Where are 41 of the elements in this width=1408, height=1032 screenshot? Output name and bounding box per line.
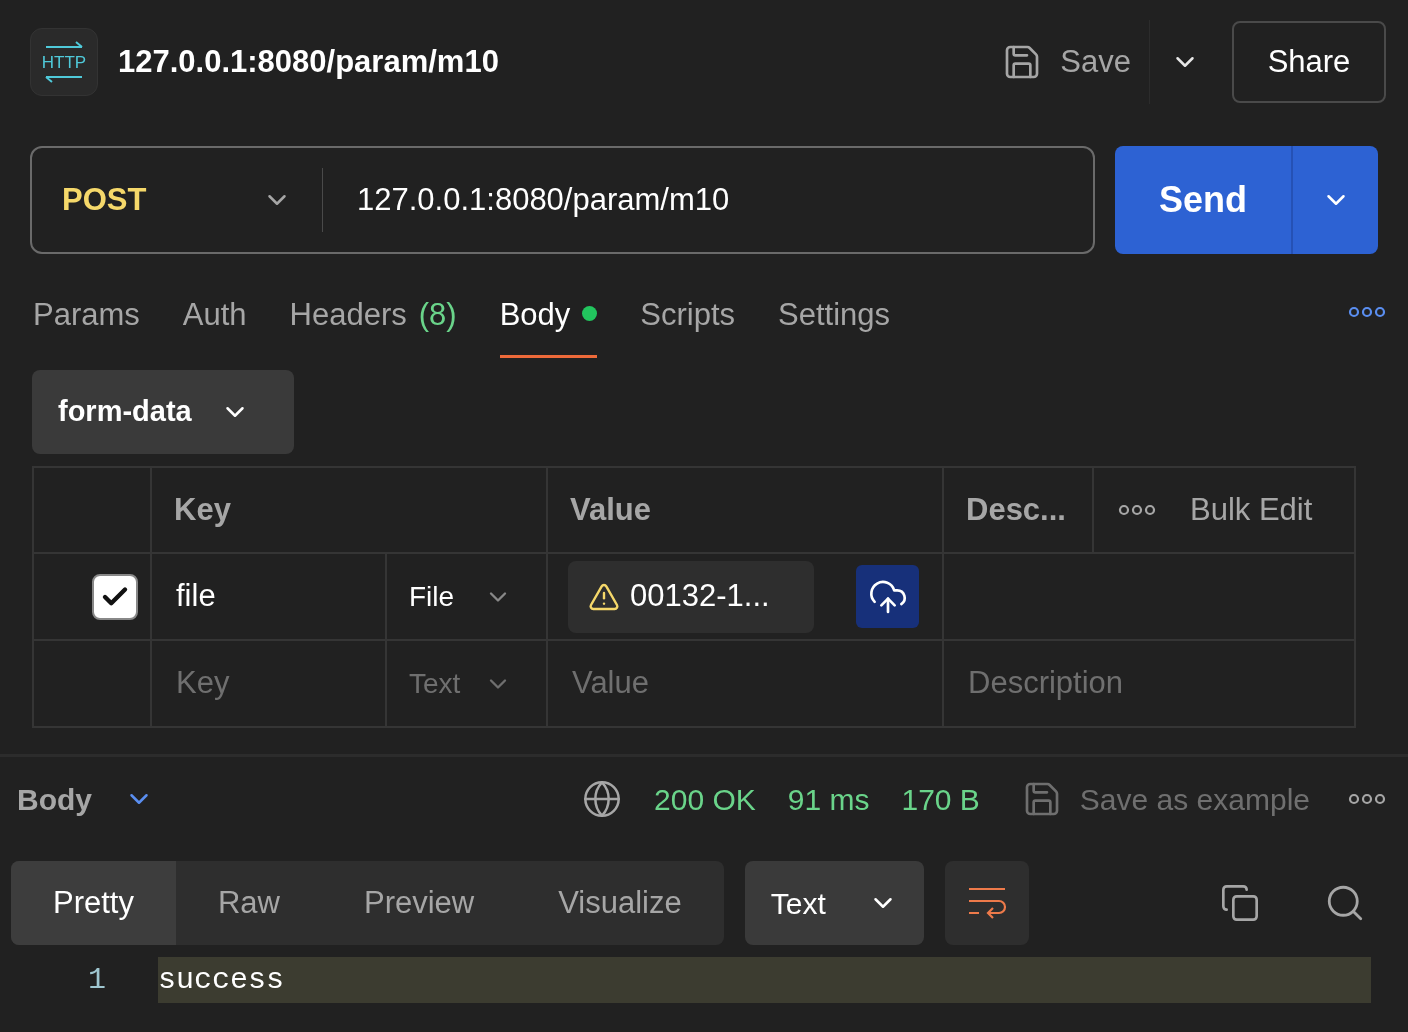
bulk-edit-link[interactable]: Bulk Edit: [1190, 486, 1313, 534]
wrap-button[interactable]: [944, 861, 1029, 945]
globe-icon[interactable]: [582, 779, 622, 819]
file-chip[interactable]: 00132-1...: [568, 560, 814, 633]
send-button[interactable]: Send: [1115, 146, 1291, 254]
view-tab[interactable]: Raw: [175, 861, 322, 945]
response-size: 170 B: [901, 781, 980, 818]
request-tab[interactable]: Scripts: [640, 292, 736, 358]
response-time: 91 ms: [787, 781, 870, 818]
request-tab[interactable]: Settings: [778, 292, 891, 358]
share-button[interactable]: Share: [1232, 21, 1386, 103]
type-dropdown[interactable]: File: [387, 554, 548, 639]
body-mode-dropdown[interactable]: form-data: [32, 370, 294, 454]
more-icon[interactable]: [1348, 306, 1386, 318]
header-count: (8): [418, 296, 457, 334]
status-code: 200 OK: [654, 781, 756, 818]
request-title: 127.0.0.1:8080/param/m10: [118, 42, 499, 81]
method-dropdown[interactable]: POST: [32, 176, 322, 224]
request-tab[interactable]: Auth: [182, 292, 247, 358]
request-tab[interactable]: Headers (8): [289, 292, 457, 358]
copy-icon[interactable]: [1220, 883, 1260, 923]
view-tab[interactable]: Preview: [322, 861, 517, 945]
row-checkbox[interactable]: [92, 573, 138, 620]
upload-button[interactable]: [856, 565, 919, 628]
key-cell[interactable]: file: [152, 554, 387, 639]
response-body-dropdown[interactable]: Body: [17, 776, 154, 822]
column-header: Value: [548, 468, 944, 552]
view-tab[interactable]: Visualize: [516, 861, 724, 945]
request-tab[interactable]: Params: [33, 292, 140, 358]
line-number: 1: [87, 961, 107, 999]
request-tab[interactable]: Body: [499, 292, 598, 358]
column-header: Key: [152, 468, 548, 552]
view-tab[interactable]: Pretty: [11, 861, 176, 945]
wrap-lines-icon: [966, 885, 1007, 921]
more-icon[interactable]: [1348, 793, 1386, 805]
save-button[interactable]: Save: [1002, 38, 1149, 86]
column-header: Desc...: [944, 468, 1094, 552]
more-icon[interactable]: [1118, 504, 1156, 516]
url-field[interactable]: 127.0.0.1:8080/param/m10: [357, 176, 730, 224]
format-dropdown[interactable]: Text: [744, 861, 924, 945]
http-logo-icon: HTTP: [30, 28, 98, 96]
